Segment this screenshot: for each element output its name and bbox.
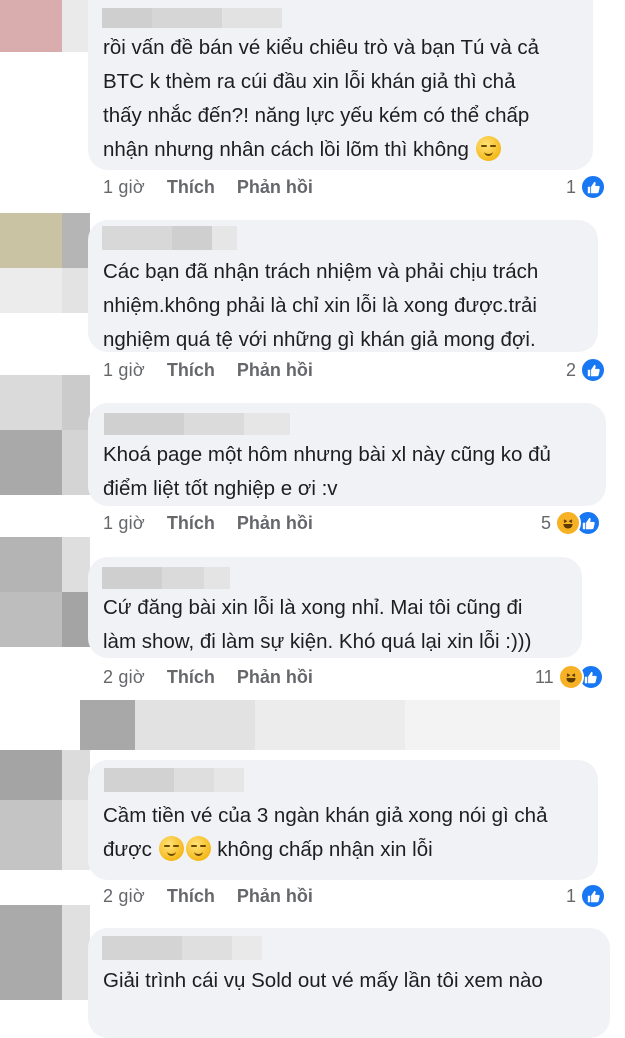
comment-line: làm show, đi làm sự kiện. Khó quá lại xi… bbox=[103, 630, 532, 653]
comment-line: nghiệm quá tệ với những gì khán giả mong… bbox=[103, 328, 536, 351]
reaction-summary[interactable]: 1 bbox=[566, 883, 607, 909]
like-icon bbox=[580, 357, 607, 383]
reply-button[interactable]: Phản hồi bbox=[237, 886, 313, 906]
comment-line: không chấp nhận xin lỗi bbox=[217, 838, 433, 861]
avatar[interactable] bbox=[0, 905, 90, 1000]
comment-line: thấy nhắc đến?! năng lực yếu kém có thể … bbox=[103, 104, 530, 127]
smirk-emoji-icon bbox=[158, 836, 184, 861]
reply-button[interactable]: Phản hồi bbox=[237, 177, 313, 197]
like-button[interactable]: Thích bbox=[167, 667, 215, 687]
like-button[interactable]: Thích bbox=[167, 177, 215, 197]
comment-text: Cứ đăng bài xin lỗi là xong nhỉ. Mai tôi… bbox=[103, 591, 531, 659]
comment-text: Giải trình cái vụ Sold out vé mấy lần tô… bbox=[103, 964, 543, 998]
like-button[interactable]: Thích bbox=[167, 513, 215, 533]
author-name-redacted[interactable] bbox=[102, 226, 237, 250]
author-name-redacted[interactable] bbox=[104, 413, 290, 435]
comment-timestamp[interactable]: 1 giờ bbox=[103, 360, 145, 380]
reply-button[interactable]: Phản hồi bbox=[237, 360, 313, 380]
author-name-redacted[interactable] bbox=[104, 768, 244, 792]
reaction-summary[interactable]: 1 bbox=[566, 174, 607, 200]
reaction-summary[interactable]: 2 bbox=[566, 357, 607, 383]
reaction-count: 5 bbox=[541, 512, 552, 533]
reaction-count: 11 bbox=[535, 666, 554, 687]
smile-emoji-icon bbox=[475, 136, 501, 161]
comment-actions: 1 giờ Thích Phản hồi bbox=[103, 177, 313, 198]
comment-timestamp[interactable]: 1 giờ bbox=[103, 513, 145, 533]
like-button[interactable]: Thích bbox=[167, 886, 215, 906]
comment-actions: 1 giờ Thích Phản hồi bbox=[103, 360, 313, 381]
like-button[interactable]: Thích bbox=[167, 360, 215, 380]
like-icon bbox=[580, 174, 607, 200]
comment-text: Khoá page một hôm nhưng bài xl này cũng … bbox=[103, 438, 551, 506]
smirk-emoji-icon bbox=[185, 836, 211, 861]
comment-text: Các bạn đã nhận trách nhiệm và phải chịu… bbox=[103, 255, 538, 357]
comment-line: Các bạn đã nhận trách nhiệm và phải chịu… bbox=[103, 260, 539, 283]
comment-line: nhiệm.không phải là chỉ xin lỗi là xong … bbox=[103, 294, 537, 317]
reaction-count: 2 bbox=[566, 359, 577, 380]
avatar[interactable] bbox=[0, 750, 90, 870]
comment-actions: 2 giờ Thích Phản hồi bbox=[103, 886, 313, 907]
comment-line: nhận nhưng nhân cách lồi lõm thì không bbox=[103, 138, 469, 161]
comment-line: Khoá page một hôm nhưng bài xl này cũng … bbox=[103, 443, 551, 466]
reply-button[interactable]: Phản hồi bbox=[237, 667, 313, 687]
comment-timestamp[interactable]: 1 giờ bbox=[103, 177, 145, 197]
avatar[interactable] bbox=[0, 375, 90, 495]
haha-icon bbox=[557, 664, 584, 690]
author-name-redacted[interactable] bbox=[102, 8, 282, 28]
avatar[interactable] bbox=[0, 537, 90, 647]
reaction-summary[interactable]: 5 bbox=[541, 510, 602, 536]
reaction-summary[interactable]: 11 bbox=[535, 664, 604, 690]
comment-timestamp[interactable]: 2 giờ bbox=[103, 886, 145, 906]
comment-line: Cứ đăng bài xin lỗi là xong nhỉ. Mai tôi… bbox=[103, 596, 523, 619]
reply-button[interactable]: Phản hồi bbox=[237, 513, 313, 533]
comment-line: điểm liệt tốt nghiệp e ơi :v bbox=[103, 477, 338, 500]
comment-line: Cầm tiền vé của 3 ngàn khán giả xong nói… bbox=[103, 804, 548, 827]
reaction-count: 1 bbox=[566, 885, 577, 906]
comment-line: BTC k thèm ra cúi đầu xin lỗi khán giả t… bbox=[103, 70, 516, 93]
redacted-strip bbox=[80, 700, 560, 750]
comment-line: rồi vấn đề bán vé kiểu chiêu trò và bạn … bbox=[103, 36, 540, 59]
comment-timestamp[interactable]: 2 giờ bbox=[103, 667, 145, 687]
comment-actions: 2 giờ Thích Phản hồi bbox=[103, 667, 313, 688]
avatar[interactable] bbox=[0, 213, 90, 313]
comment-text: Cầm tiền vé của 3 ngàn khán giả xong nói… bbox=[103, 799, 547, 867]
avatar[interactable] bbox=[0, 0, 90, 52]
comment-line: được bbox=[103, 838, 152, 861]
comment-actions: 1 giờ Thích Phản hồi bbox=[103, 513, 313, 534]
comment-line: Giải trình cái vụ Sold out vé mấy lần tô… bbox=[103, 969, 543, 992]
author-name-redacted[interactable] bbox=[102, 567, 230, 589]
haha-icon bbox=[555, 510, 582, 536]
author-name-redacted[interactable] bbox=[102, 936, 262, 960]
reaction-count: 1 bbox=[566, 176, 577, 197]
like-icon bbox=[580, 883, 607, 909]
comment-text: rồi vấn đề bán vé kiểu chiêu trò và bạn … bbox=[103, 31, 539, 167]
